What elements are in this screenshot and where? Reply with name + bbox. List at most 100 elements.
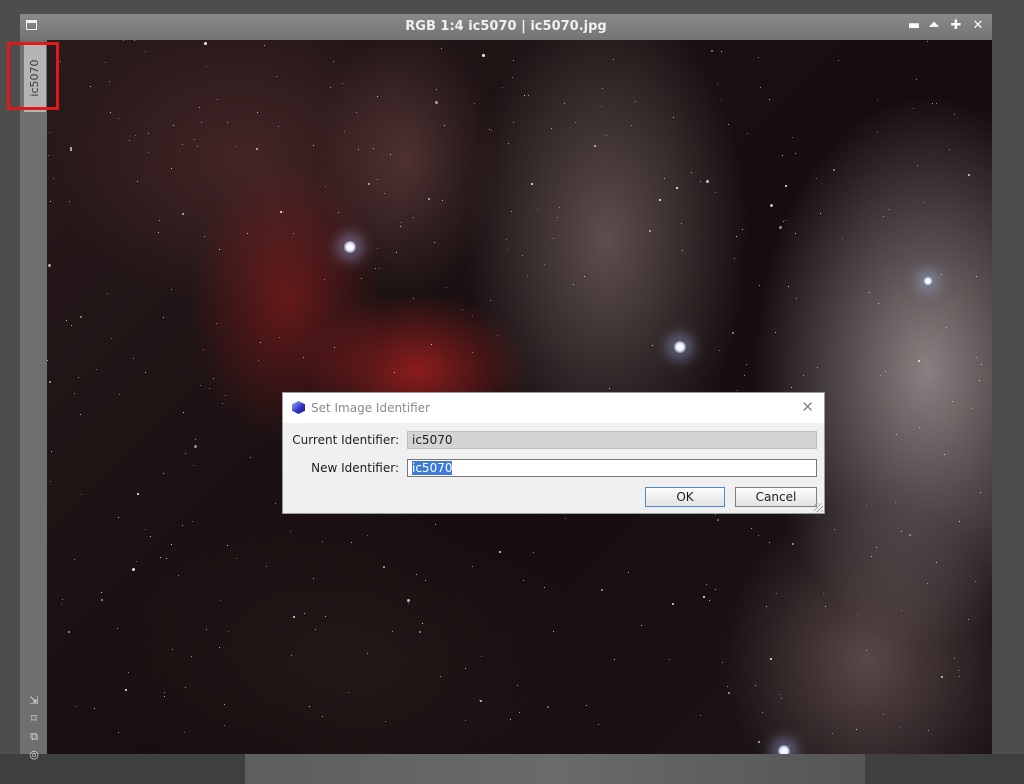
star [276, 76, 277, 77]
star [927, 41, 928, 42]
fit-view-icon[interactable]: ⌑ [27, 712, 41, 726]
star [348, 692, 349, 693]
star [564, 103, 565, 104]
star [435, 524, 436, 525]
star [715, 514, 716, 515]
star [66, 320, 67, 321]
star [224, 704, 225, 705]
star [377, 96, 378, 97]
star [606, 135, 607, 136]
star [785, 220, 786, 221]
star [659, 199, 661, 201]
star [737, 390, 738, 391]
star [264, 45, 265, 46]
window-titlebar[interactable]: RGB 1:4 ic5070 | ic5070.jpg ▬ ⏶ ✚ ✕ [20, 14, 992, 40]
shade-icon[interactable]: ⏶ [926, 18, 942, 34]
star [775, 332, 776, 333]
star [755, 685, 756, 686]
star [178, 575, 179, 576]
star [351, 542, 352, 543]
highlight-box [7, 42, 59, 110]
star [330, 87, 331, 88]
star [880, 375, 881, 376]
star [523, 580, 524, 581]
star [959, 521, 960, 522]
star [721, 99, 722, 100]
star [878, 303, 879, 304]
star [628, 572, 629, 573]
star [182, 525, 183, 526]
star [482, 54, 485, 57]
star [203, 349, 204, 350]
star [416, 574, 417, 575]
star [817, 516, 818, 517]
star [770, 204, 773, 207]
star [258, 360, 259, 361]
star [75, 706, 76, 707]
star [958, 670, 959, 671]
star [722, 662, 723, 663]
star [53, 178, 54, 179]
star [614, 659, 615, 660]
dialog-close-icon[interactable]: ✕ [801, 399, 814, 415]
star [533, 552, 534, 553]
star [200, 385, 201, 386]
star [901, 610, 902, 611]
star [803, 375, 804, 376]
star [425, 580, 426, 581]
star [324, 279, 325, 280]
star [118, 732, 119, 733]
target-icon[interactable]: ◎ [27, 748, 41, 762]
star [513, 122, 514, 123]
star [396, 252, 397, 253]
star [184, 732, 185, 733]
star [444, 125, 445, 126]
star [367, 535, 368, 536]
maximize-icon[interactable]: ✚ [948, 18, 964, 34]
star [96, 369, 97, 370]
star [148, 133, 149, 134]
star [652, 345, 653, 346]
star [968, 174, 970, 176]
cancel-button[interactable]: Cancel [735, 487, 817, 507]
star [594, 145, 596, 147]
star [304, 613, 305, 614]
ok-button[interactable]: OK [645, 487, 725, 507]
star [49, 132, 50, 133]
minimize-icon[interactable]: ▬ [906, 18, 922, 34]
star [334, 347, 335, 348]
star [119, 394, 120, 395]
star [109, 81, 110, 82]
set-image-identifier-dialog: Set Image Identifier ✕ Current Identifie… [282, 392, 825, 514]
star [510, 719, 511, 720]
window-title: RGB 1:4 ic5070 | ic5070.jpg [405, 19, 607, 34]
star [163, 473, 164, 474]
star [171, 289, 172, 290]
clone-view-icon[interactable]: ⧉ [27, 730, 41, 744]
star [78, 377, 79, 378]
star [770, 658, 772, 660]
star [817, 367, 818, 368]
star [946, 327, 947, 328]
resize-grip[interactable] [814, 503, 823, 512]
star [832, 733, 833, 734]
star [672, 603, 674, 605]
star [400, 226, 401, 227]
bright-star [923, 276, 933, 286]
star [877, 132, 878, 133]
star [649, 230, 651, 232]
star [377, 179, 378, 180]
star [392, 631, 393, 632]
star [61, 603, 62, 604]
new-identifier-input[interactable] [407, 459, 817, 477]
zoom-to-fit-icon[interactable]: ⇲ [27, 694, 41, 708]
star [275, 503, 276, 504]
star [924, 202, 925, 203]
dialog-titlebar[interactable]: Set Image Identifier ✕ [283, 393, 824, 423]
close-icon[interactable]: ✕ [970, 18, 986, 34]
star [971, 408, 972, 409]
star [217, 99, 218, 100]
star [290, 531, 291, 532]
star [434, 242, 435, 243]
star [889, 209, 890, 210]
